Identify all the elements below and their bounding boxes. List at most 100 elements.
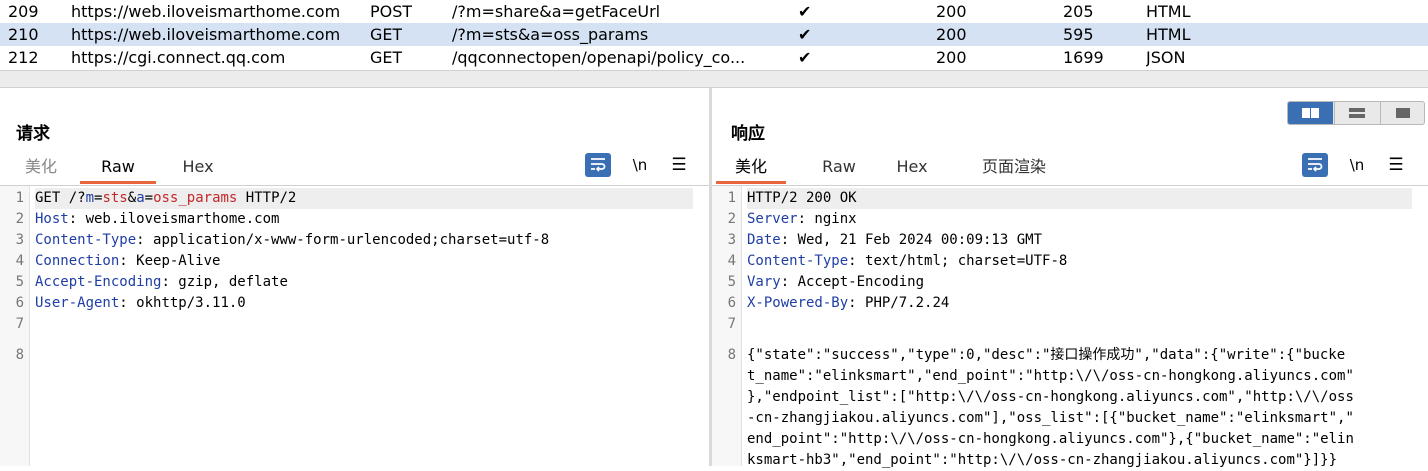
code-line: ksmart-hb3","end_point":"http:\/\/oss-cn…	[747, 450, 1337, 471]
history-splitter[interactable]	[0, 70, 1428, 88]
line-number: 2	[727, 211, 736, 227]
row-host: https://web.iloveismarthome.com	[71, 25, 341, 44]
row-status: 200	[936, 25, 967, 44]
code-text: : web.iloveismarthome.com	[68, 211, 280, 227]
code-line: t_name":"elinksmart","end_point":"http:\…	[747, 366, 1354, 387]
history-table: 209 https://web.iloveismarthome.com POST /?…	[0, 0, 1428, 70]
row-id: 210	[8, 25, 39, 44]
row-method: GET	[370, 25, 403, 44]
tab-response-0[interactable]: 美化	[716, 154, 786, 184]
code-text: {"state":"success","type":0,"desc":"接口操作…	[747, 347, 1346, 363]
header-key: Content-Type	[747, 253, 849, 269]
row-url: /?m=sts&a=oss_params	[452, 25, 649, 44]
line-number: 5	[727, 274, 736, 290]
layout-stacked-icon[interactable]	[1334, 102, 1379, 124]
row-id: 209	[8, 2, 39, 21]
header-key: Server	[747, 211, 798, 227]
table-row[interactable]: 209 https://web.iloveismarthome.com POST /?…	[0, 0, 1428, 23]
code-line: Server: nginx	[747, 209, 857, 230]
request-editor[interactable]: 12345678 GET /?m=sts&a=oss_params HTTP/2…	[0, 185, 709, 466]
menu-icon[interactable]: ☰	[1384, 153, 1408, 177]
tab-request-0[interactable]: 美化	[10, 154, 72, 182]
line-number: 4	[15, 253, 24, 269]
code-text: end_point":"http:\/\/oss-cn-hongkong.ali…	[747, 431, 1354, 447]
line-number: 7	[727, 316, 736, 332]
line-number: 4	[727, 253, 736, 269]
param-value: sts	[102, 190, 128, 206]
row-method: POST	[370, 2, 413, 21]
code-line: -cn-zhangjiakou.aliyuncs.com"],"oss_list…	[747, 408, 1354, 429]
code-line: },"endpoint_list":["http:\/\/oss-cn-hong…	[747, 387, 1354, 408]
line-gutter: 1 2 3 4 5 6 7 8	[712, 186, 742, 466]
line-number: 1	[727, 190, 736, 206]
header-key: a	[136, 190, 145, 206]
code-line: Date: Wed, 21 Feb 2024 00:09:13 GMT	[747, 230, 1042, 251]
row-length: 595	[1063, 25, 1094, 44]
layout-tabs-icon[interactable]	[1380, 102, 1424, 124]
line-number: 8	[727, 347, 736, 363]
code-line: HTTP/2 200 OK	[747, 188, 1412, 209]
row-length: 205	[1063, 2, 1094, 21]
code-text: : Wed, 21 Feb 2024 00:09:13 GMT	[780, 232, 1043, 248]
code-text: : text/html; charset=UTF-8	[848, 253, 1068, 269]
code-text: : Accept-Encoding	[780, 274, 925, 290]
menu-icon[interactable]: ☰	[667, 153, 691, 177]
response-title: 响应	[731, 124, 765, 144]
code-text: &	[127, 190, 137, 206]
header-key: Vary	[747, 274, 781, 290]
line-gutter: 1 2 3 4 5 6 7 8	[0, 186, 30, 466]
code-text: : okhttp/3.11.0	[119, 295, 246, 311]
row-edited-check-icon: ✔	[798, 25, 812, 44]
code-text: : gzip, deflate	[161, 274, 288, 290]
newline-toggle[interactable]: \n	[627, 153, 653, 177]
code-line: Accept-Encoding: gzip, deflate	[35, 272, 288, 293]
code-line: User-Agent: okhttp/3.11.0	[35, 293, 246, 314]
table-row[interactable]: 210 https://web.iloveismarthome.com GET /?m…	[0, 23, 1428, 46]
code-line: X-Powered-By: PHP/7.2.24	[747, 293, 949, 314]
wrap-toggle-icon[interactable]	[1302, 153, 1328, 177]
row-method: GET	[370, 48, 403, 67]
line-number: 8	[15, 347, 24, 363]
line-number: 2	[15, 211, 24, 227]
line-number: 3	[727, 232, 736, 248]
tab-response-3[interactable]: 页面渲染	[966, 154, 1062, 182]
tab-request-2[interactable]: Hex	[168, 154, 228, 182]
row-host: https://cgi.connect.qq.com	[71, 48, 286, 67]
table-row[interactable]: 212 https://cgi.connect.qq.com GET/qqconne…	[0, 46, 1428, 69]
code-text: HTTP/2 200 OK	[747, 190, 857, 206]
row-status: 200	[936, 2, 967, 21]
newline-toggle[interactable]: \n	[1344, 153, 1370, 177]
tab-response-1[interactable]: Raw	[804, 154, 874, 182]
code-line: GET /?m=sts&a=oss_params HTTP/2	[35, 188, 693, 209]
row-id: 212	[8, 48, 39, 67]
row-mime: HTML	[1146, 2, 1191, 21]
code-line: end_point":"http:\/\/oss-cn-hongkong.ali…	[747, 429, 1354, 450]
code-line: {"state":"success","type":0,"desc":"接口操作…	[747, 345, 1345, 366]
code-text: GET /?	[35, 190, 86, 206]
code-text: : Keep-Alive	[119, 253, 221, 269]
code-text: =	[144, 190, 154, 206]
header-key: Connection	[35, 253, 120, 269]
code-text: },"endpoint_list":["http:\/\/oss-cn-hong…	[747, 389, 1354, 405]
row-mime: JSON	[1146, 48, 1186, 67]
header-key: Accept-Encoding	[35, 274, 162, 290]
layout-side-by-side-icon[interactable]	[1288, 102, 1333, 124]
code-line: Content-Type: text/html; charset=UTF-8	[747, 251, 1067, 272]
line-number: 6	[727, 295, 736, 311]
line-number: 6	[15, 295, 24, 311]
layout-switcher	[1287, 101, 1425, 125]
header-key: Date	[747, 232, 781, 248]
tab-response-2[interactable]: Hex	[882, 154, 942, 182]
row-host: https://web.iloveismarthome.com	[71, 2, 341, 21]
code-line: Host: web.iloveismarthome.com	[35, 209, 279, 230]
header-key: m	[85, 190, 95, 206]
row-url: /qqconnectopen/openapi/policy_co...	[452, 48, 746, 67]
wrap-toggle-icon[interactable]	[585, 153, 611, 177]
code-text: -cn-zhangjiakou.aliyuncs.com"],"oss_list…	[747, 410, 1354, 426]
row-mime: HTML	[1146, 25, 1191, 44]
code-text: : PHP/7.2.24	[848, 295, 950, 311]
line-number: 3	[15, 232, 24, 248]
response-editor[interactable]: 12345678 HTTP/2 200 OK Server: nginx Date:…	[712, 185, 1428, 468]
param-value: oss_params	[153, 190, 238, 206]
tab-request-1[interactable]: Raw	[80, 154, 156, 184]
